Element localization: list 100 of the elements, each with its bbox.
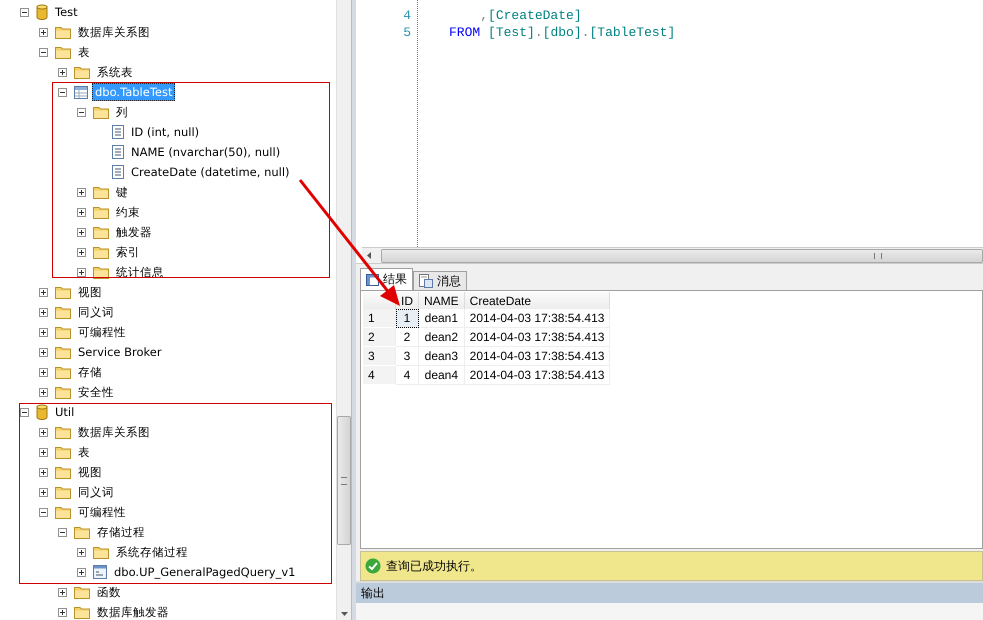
folder-icon [55,486,71,498]
row-number[interactable]: 4 [363,366,396,384]
table-cell[interactable]: dean4 [418,366,464,384]
line-number: 4 [403,8,411,23]
check-icon [365,558,381,574]
vertical-scrollbar[interactable] [336,0,351,620]
tree-item[interactable]: 同义词 [75,482,117,502]
table-cell[interactable]: 3 [396,346,418,366]
tree-item[interactable]: 数据库关系图 [75,422,153,442]
tree-item[interactable]: 系统表 [94,62,136,82]
expand-icon[interactable] [39,448,48,456]
tree-item[interactable]: Service Broker [75,343,165,361]
tree-item[interactable]: 存储过程 [94,522,148,542]
expand-icon[interactable] [39,468,48,476]
table-cell[interactable]: dean2 [418,328,464,346]
scrollbar-thumb[interactable] [337,416,351,545]
tree-item[interactable]: 约束 [113,202,143,222]
expand-icon[interactable] [77,268,86,276]
tree-item[interactable]: 触发器 [113,222,155,242]
horizontal-scrollbar[interactable] [362,247,983,263]
tree-item[interactable]: 数据库触发器 [94,602,172,620]
collapse-icon[interactable] [39,508,48,516]
tree-item[interactable]: 可编程性 [75,322,129,342]
row-number[interactable]: 1 [363,309,396,328]
table-cell[interactable]: 2014-04-03 17:38:54.413 [464,309,610,328]
tree-item[interactable]: dbo.UP_GeneralPagedQuery_v1 [111,563,298,581]
tree-item[interactable]: 函数 [94,582,124,602]
results-tab[interactable]: 结果 [360,268,413,290]
collapse-icon[interactable] [58,88,67,96]
tree-item[interactable]: Util [52,403,78,421]
results-tab[interactable]: 消息 [413,271,467,290]
collapse-icon[interactable] [77,108,86,116]
folder-icon [74,606,90,618]
procedure-icon [93,565,107,579]
row-number[interactable]: 2 [363,328,396,346]
folder-icon [93,206,109,218]
expand-icon[interactable] [39,368,48,376]
expand-icon[interactable] [39,428,48,436]
status-message: 查询已成功执行。 [386,558,482,574]
table-cell[interactable]: 1 [396,309,418,328]
expand-icon[interactable] [39,328,48,336]
expand-icon[interactable] [77,548,86,556]
expand-icon[interactable] [58,608,67,616]
table-cell[interactable]: 2014-04-03 17:38:54.413 [464,328,610,346]
expand-icon[interactable] [77,228,86,236]
row-number[interactable]: 3 [363,346,396,366]
expand-icon[interactable] [39,388,48,396]
expand-icon[interactable] [39,288,48,296]
collapse-icon[interactable] [39,48,48,56]
tree-item[interactable]: NAME (nvarchar(50), null) [128,143,284,161]
folder-icon [55,46,71,58]
tree-item[interactable]: ID (int, null) [128,123,202,141]
column-icon [112,165,124,179]
collapse-icon[interactable] [20,8,29,16]
scrollbar-thumb[interactable] [381,248,983,262]
folder-icon [93,226,109,238]
tree-item[interactable]: 同义词 [75,302,117,322]
table-cell[interactable]: 2 [396,328,418,346]
collapse-icon[interactable] [58,528,67,536]
column-header[interactable]: CreateDate [464,292,610,309]
collapse-icon[interactable] [20,408,29,416]
column-header[interactable]: NAME [418,292,464,309]
tree-item[interactable]: 存储 [75,362,105,382]
table-cell[interactable]: 2014-04-03 17:38:54.413 [464,366,610,384]
expand-icon[interactable] [58,588,67,596]
tree-item[interactable]: 安全性 [75,382,117,402]
expand-icon[interactable] [39,28,48,36]
tree-item[interactable]: 索引 [113,242,143,262]
column-header[interactable]: ID [396,292,418,309]
tree-item[interactable]: 键 [113,182,131,202]
tree-item[interactable]: 视图 [75,282,105,302]
left-arrow-icon[interactable] [367,252,371,259]
folder-icon [93,186,109,198]
tree-item[interactable]: Test [52,3,81,21]
table-cell[interactable]: 2014-04-03 17:38:54.413 [464,346,610,366]
expand-icon[interactable] [39,348,48,356]
tree-item[interactable]: 表 [75,442,93,462]
tree-item[interactable]: 数据库关系图 [75,22,153,42]
expand-icon[interactable] [77,568,86,576]
table-cell[interactable]: dean3 [418,346,464,366]
code-line: FROM [Test].[dbo].[TableTest] [449,25,676,40]
tree-item[interactable]: CreateDate (datetime, null) [128,163,293,181]
tree-item[interactable]: 列 [113,102,131,122]
tree-item[interactable]: 可编程性 [75,502,129,522]
expand-icon[interactable] [39,308,48,316]
expand-icon[interactable] [77,208,86,216]
expand-icon[interactable] [58,68,67,76]
folder-icon [93,546,109,558]
tree-item[interactable]: 系统存储过程 [113,542,191,562]
tree-item[interactable]: 表 [75,42,93,62]
expand-icon[interactable] [77,248,86,256]
down-arrow-icon[interactable] [340,612,348,616]
tree-item[interactable]: 视图 [75,462,105,482]
expand-icon[interactable] [77,188,86,196]
table-cell[interactable]: 4 [396,366,418,384]
database-icon [36,4,48,20]
expand-icon[interactable] [39,488,48,496]
column-icon [112,145,124,159]
folder-icon [55,426,71,438]
table-cell[interactable]: dean1 [418,309,464,328]
